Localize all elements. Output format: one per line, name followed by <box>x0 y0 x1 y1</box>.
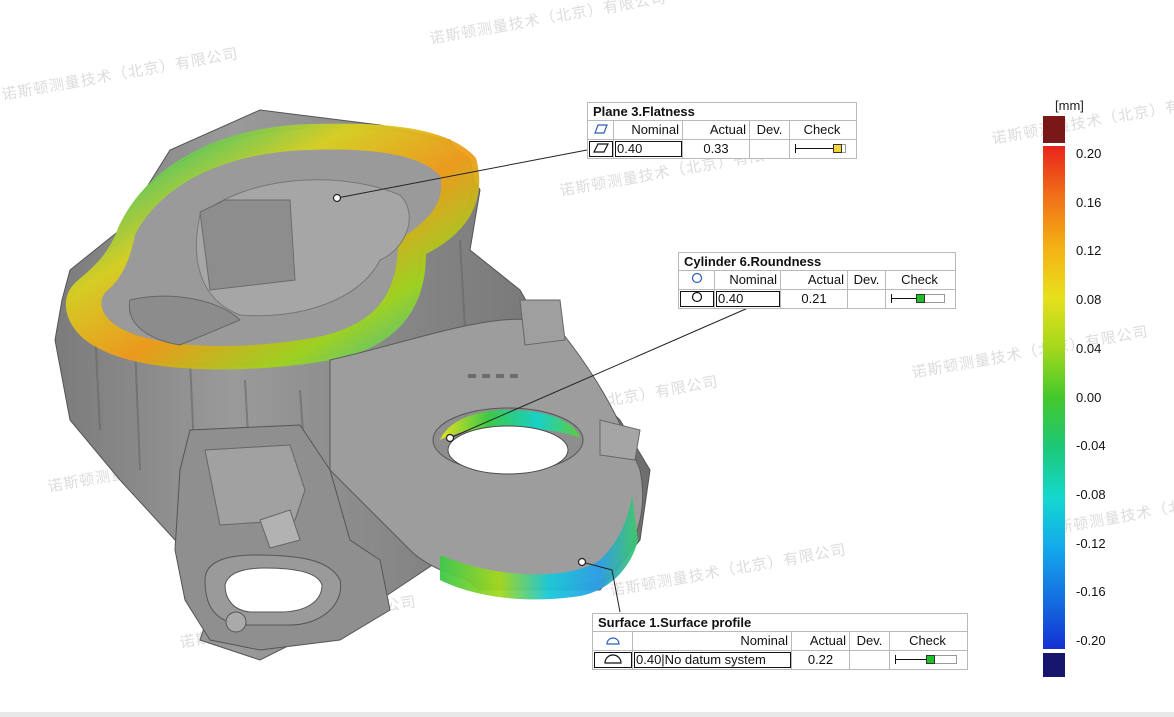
color-scale-tick-label: 0.00 <box>1076 389 1102 405</box>
nominal-value: 0.40 <box>614 140 683 158</box>
dev-value <box>750 140 790 158</box>
header-dev: Dev. <box>850 632 890 650</box>
flatness-parallelogram-icon <box>588 121 614 139</box>
color-scale-bar <box>1043 146 1065 649</box>
annotation-header-row: Nominal Actual Dev. Check <box>588 121 856 140</box>
header-actual: Actual <box>781 271 848 289</box>
actual-value: 0.21 <box>781 290 848 308</box>
annotation-header-row: Nominal Actual Dev. Check <box>679 271 955 290</box>
annotation-title: Cylinder 6.Roundness <box>679 253 955 271</box>
annotation-title: Plane 3.Flatness <box>588 103 856 121</box>
bottom-bar <box>0 712 1174 717</box>
color-scale-tick-label: -0.08 <box>1076 486 1106 502</box>
flatness-symbol-icon <box>588 140 614 158</box>
annotation-header-row: Nominal Actual Dev. Check <box>593 632 967 651</box>
color-scale-under-swatch <box>1043 653 1065 677</box>
roundness-symbol-icon <box>679 290 715 308</box>
annotation-flatness[interactable]: Plane 3.Flatness Nominal Actual Dev. Che… <box>587 102 857 159</box>
nominal-value: 0.40 <box>715 290 781 308</box>
header-check: Check <box>803 122 841 137</box>
color-scale-tick-label: 0.04 <box>1076 340 1102 356</box>
header-nominal: Nominal <box>633 632 792 650</box>
surface-profile-arc-icon <box>593 632 633 650</box>
color-scale-tick-label: 0.20 <box>1076 146 1102 161</box>
annotation-value-row: 0.40 0.33 <box>588 140 856 158</box>
color-scale-tick-label: 0.12 <box>1076 243 1102 259</box>
actual-value: 0.33 <box>683 140 750 158</box>
viewport[interactable]: 诺斯顿测量技术（北京）有限公司 诺斯顿测量技术（北京）有限公司 诺斯顿测量技术（… <box>0 0 1174 717</box>
header-check: Check <box>909 633 946 648</box>
color-scale-tick-label: 0.08 <box>1076 292 1102 308</box>
header-actual: Actual <box>792 632 850 650</box>
color-scale-tick-label: -0.04 <box>1076 438 1106 454</box>
color-scale-tick-label: 0.16 <box>1076 194 1102 210</box>
header-dev: Dev. <box>848 271 886 289</box>
check-indicator <box>790 140 854 158</box>
header-actual: Actual <box>683 121 750 139</box>
color-scale-unit: [mm] <box>1055 98 1084 113</box>
header-nominal: Nominal <box>614 121 683 139</box>
header-nominal: Nominal <box>715 271 781 289</box>
dev-value <box>848 290 886 308</box>
header-dev: Dev. <box>750 121 790 139</box>
color-scale-tick-label: -0.16 <box>1076 584 1106 600</box>
color-scale-tick-label: -0.20 <box>1076 633 1106 648</box>
annotation-value-row: 0.40|No datum system 0.22 <box>593 651 967 669</box>
surface-profile-symbol-icon <box>593 651 633 669</box>
dev-value <box>850 651 890 669</box>
annotation-roundness[interactable]: Cylinder 6.Roundness Nominal Actual Dev.… <box>678 252 956 309</box>
color-scale-over-swatch <box>1043 116 1065 143</box>
header-check: Check <box>901 272 938 287</box>
annotation-value-row: 0.40 0.21 <box>679 290 955 308</box>
annotation-title: Surface 1.Surface profile <box>593 614 967 632</box>
check-indicator <box>886 290 953 308</box>
check-indicator <box>890 651 965 669</box>
color-scale-tick-label: -0.12 <box>1076 535 1106 551</box>
annotation-surface-profile[interactable]: Surface 1.Surface profile Nominal Actual… <box>592 613 968 670</box>
nominal-value: 0.40|No datum system <box>633 651 792 669</box>
actual-value: 0.22 <box>792 651 850 669</box>
roundness-circle-icon <box>679 271 715 289</box>
